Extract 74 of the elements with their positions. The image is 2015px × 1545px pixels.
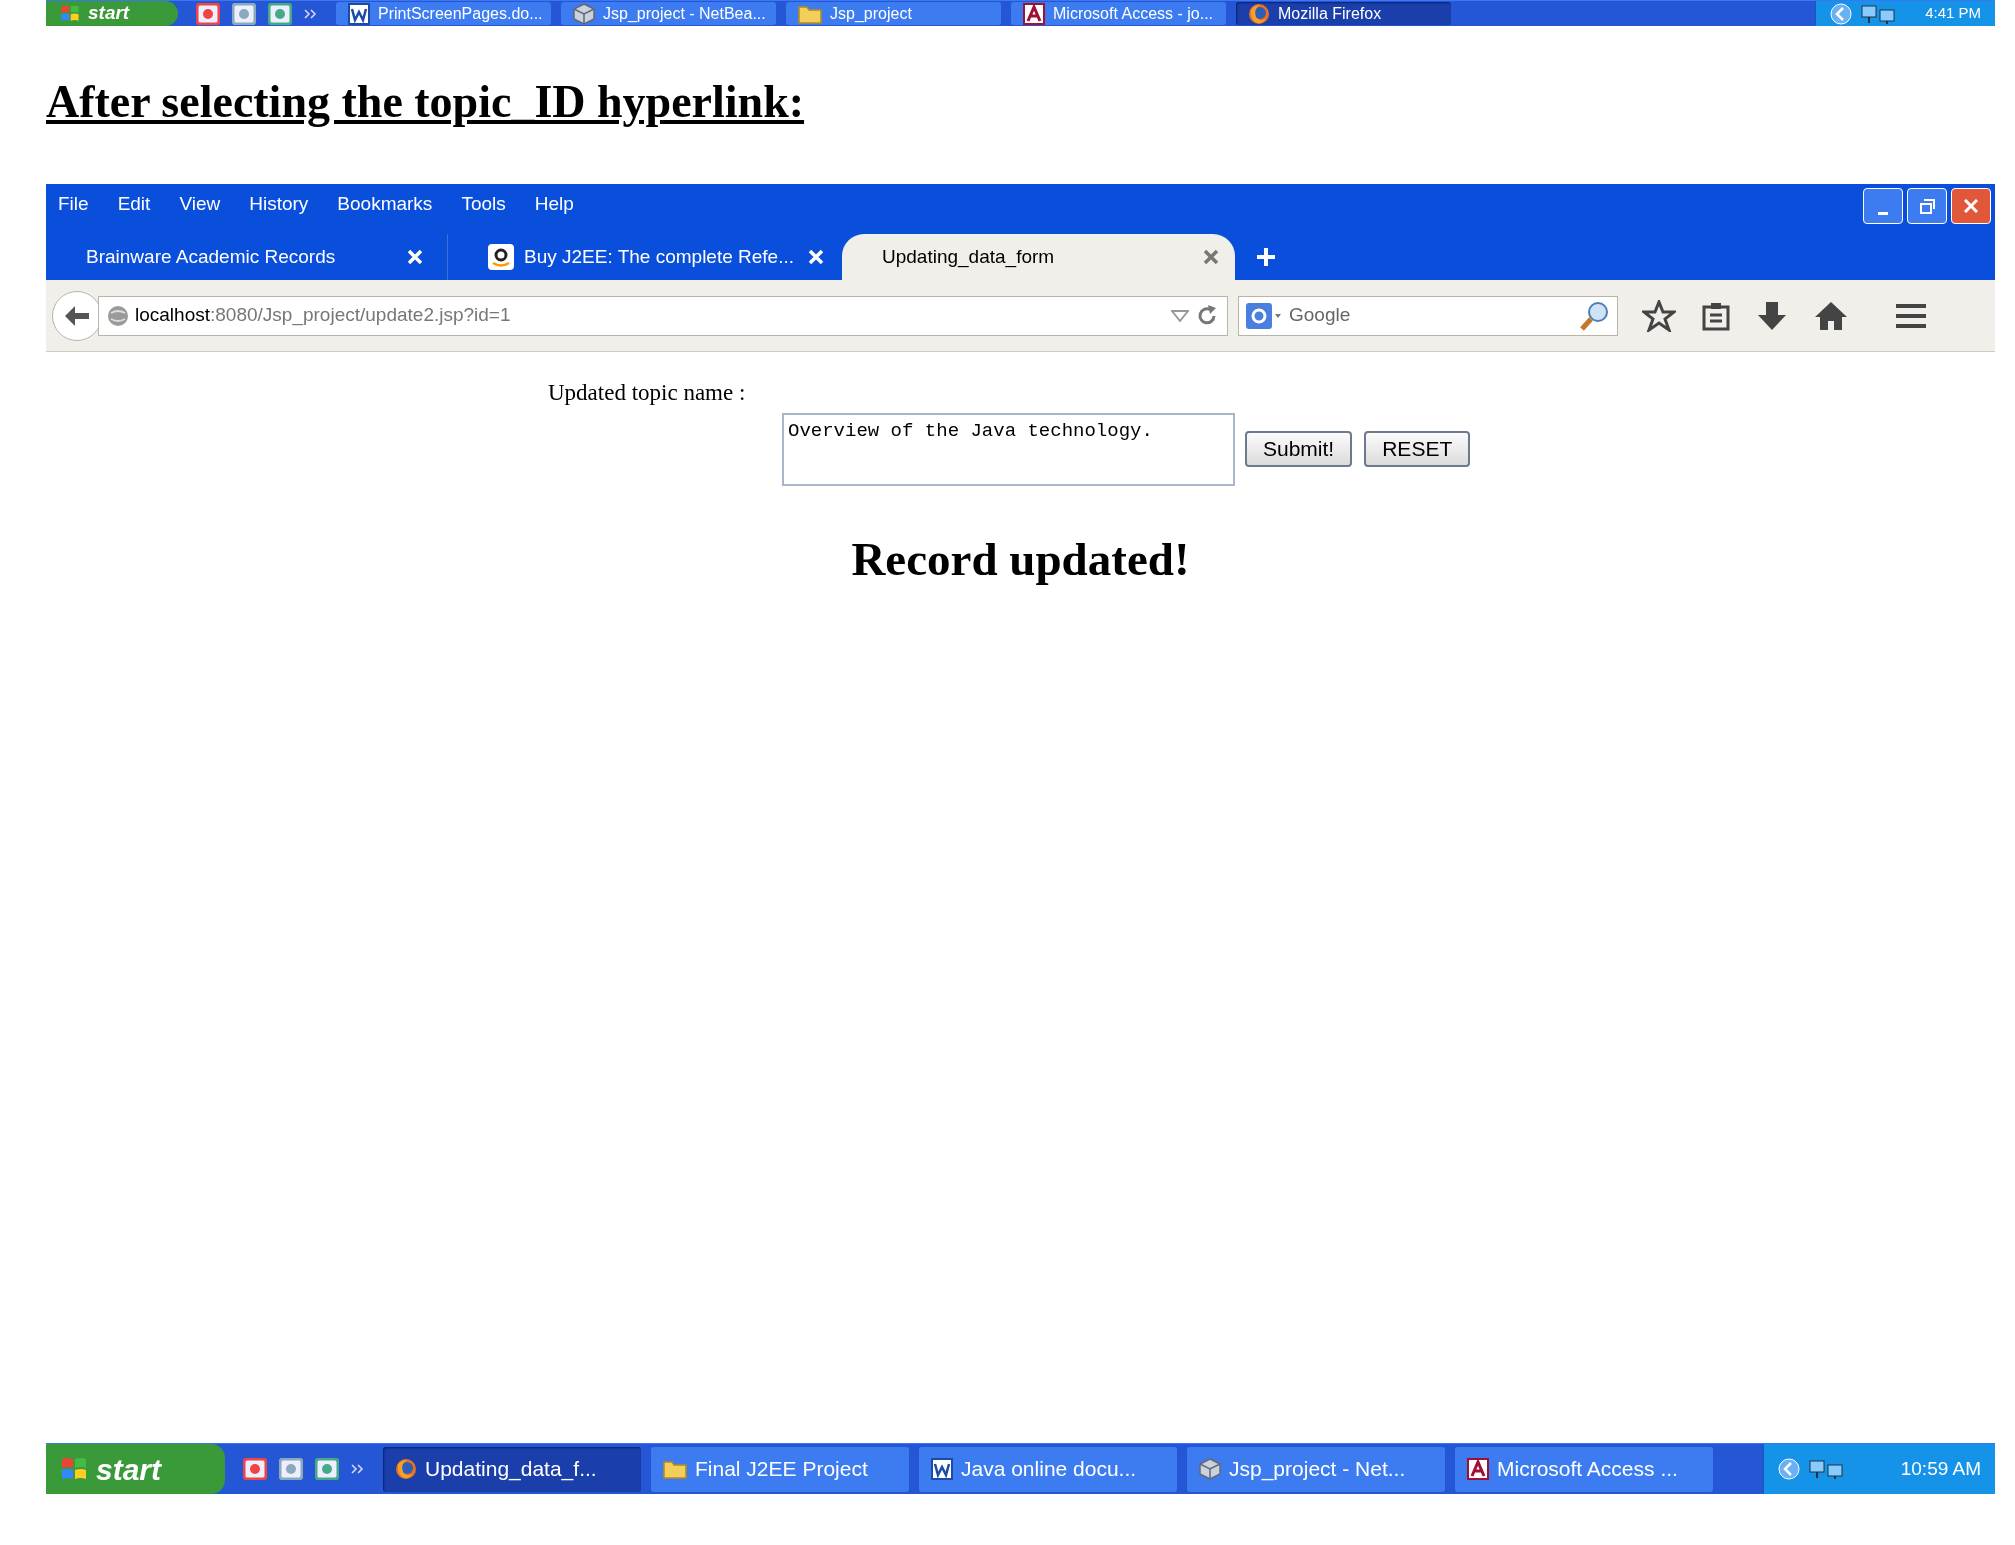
word-document-icon bbox=[348, 2, 370, 25]
globe-icon bbox=[107, 304, 129, 327]
search-engine-icon[interactable] bbox=[1245, 301, 1283, 330]
browser-tab[interactable]: Brainware Academic Records bbox=[46, 234, 439, 280]
start-button[interactable]: start bbox=[46, 1444, 225, 1494]
menu-item[interactable]: File bbox=[58, 189, 89, 219]
success-message: Record updated! bbox=[851, 531, 1190, 587]
quick-launch-icon[interactable] bbox=[196, 2, 220, 25]
minimize-icon bbox=[1878, 212, 1888, 215]
menu-icon[interactable] bbox=[1894, 302, 1928, 329]
taskbar-button[interactable]: Final J2EE Project bbox=[651, 1446, 909, 1492]
menu-item[interactable]: History bbox=[249, 189, 309, 219]
star-icon[interactable] bbox=[1642, 299, 1676, 332]
chevron-icon[interactable] bbox=[351, 1464, 365, 1474]
database-app-icon bbox=[1023, 2, 1045, 25]
download-icon[interactable] bbox=[1756, 300, 1788, 331]
cube-icon bbox=[1199, 1458, 1221, 1480]
back-arrow-icon bbox=[64, 304, 90, 327]
search-icon[interactable] bbox=[1579, 299, 1611, 332]
form-button[interactable]: Submit! bbox=[1245, 431, 1353, 467]
search-field[interactable]: Google bbox=[1238, 295, 1618, 336]
dropdown-arrow-icon[interactable] bbox=[1171, 308, 1189, 323]
folder-icon bbox=[663, 1459, 687, 1479]
close-tab-icon[interactable] bbox=[1203, 249, 1219, 265]
taskbar-button[interactable]: Jsp_project - Net... bbox=[1187, 1446, 1445, 1492]
windows-logo-icon bbox=[60, 1456, 88, 1482]
quick-launch-icon[interactable] bbox=[279, 1458, 303, 1480]
chevron-icon[interactable] bbox=[304, 8, 318, 19]
search-input[interactable]: Google bbox=[1289, 301, 1573, 330]
url-text: localhost:8080/Jsp_project/update2.jsp?id=1 bbox=[135, 303, 511, 328]
topic-name-textarea[interactable]: Overview of the Java technology. bbox=[782, 412, 1235, 486]
word-document-icon bbox=[931, 1458, 953, 1480]
taskbar-button[interactable]: Jsp_project bbox=[786, 2, 1001, 25]
database-app-icon bbox=[1467, 1458, 1489, 1480]
field-label: Updated topic name : bbox=[548, 379, 746, 407]
quick-launch-icon[interactable] bbox=[243, 1458, 267, 1480]
start-button[interactable]: start bbox=[46, 1, 178, 26]
expand-tray-icon[interactable] bbox=[1778, 1458, 1800, 1480]
taskbar-button[interactable]: Updating_data_f... bbox=[383, 1446, 641, 1492]
quick-launch-icon[interactable] bbox=[315, 1458, 339, 1480]
close-icon bbox=[1964, 199, 1978, 213]
menu-item[interactable]: Tools bbox=[461, 189, 506, 219]
reading-list-icon[interactable] bbox=[1702, 300, 1730, 331]
close-button[interactable] bbox=[1951, 188, 1991, 224]
restore-icon bbox=[1919, 198, 1935, 214]
restore-button[interactable] bbox=[1907, 188, 1947, 224]
quick-launch-icon[interactable] bbox=[268, 2, 292, 25]
taskbar-button[interactable]: Java online docu... bbox=[919, 1446, 1177, 1492]
home-icon[interactable] bbox=[1814, 300, 1848, 331]
address-bar[interactable]: localhost:8080/Jsp_project/update2.jsp?id=1 bbox=[98, 295, 1228, 336]
heading: After selecting the topic_ID hyperlink: bbox=[46, 75, 805, 129]
taskbar-button[interactable]: Microsoft Access ... bbox=[1455, 1446, 1713, 1492]
minimize-button[interactable] bbox=[1863, 188, 1903, 224]
taskbar-button[interactable]: PrintScreenPages.do... bbox=[336, 2, 551, 25]
browser-globe-icon bbox=[1248, 2, 1270, 25]
taskbar-button[interactable]: Mozilla Firefox bbox=[1236, 2, 1451, 25]
menu-item[interactable]: View bbox=[179, 189, 221, 219]
cube-icon bbox=[573, 2, 595, 25]
taskbar-button[interactable]: Microsoft Access - jo... bbox=[1011, 2, 1226, 25]
folder-icon bbox=[798, 3, 822, 24]
browser-globe-icon bbox=[395, 1458, 417, 1480]
form-button[interactable]: RESET bbox=[1364, 431, 1471, 467]
menu-item[interactable]: Help bbox=[534, 189, 574, 219]
shopping-site-icon bbox=[488, 244, 514, 270]
menu-item[interactable]: Bookmarks bbox=[337, 189, 433, 219]
menu-item[interactable]: Edit bbox=[117, 189, 151, 219]
taskbar-button[interactable]: Jsp_project - NetBea... bbox=[561, 2, 776, 25]
clock: 4:41 PM bbox=[1925, 3, 1981, 24]
quick-launch-icon[interactable] bbox=[232, 2, 256, 25]
clock: 10:59 AM bbox=[1900, 1456, 1981, 1481]
browser-tab[interactable]: Updating_data_form bbox=[842, 234, 1235, 280]
expand-tray-icon[interactable] bbox=[1830, 2, 1852, 25]
new-tab-icon[interactable] bbox=[1255, 246, 1277, 268]
windows-logo-icon bbox=[60, 4, 80, 23]
